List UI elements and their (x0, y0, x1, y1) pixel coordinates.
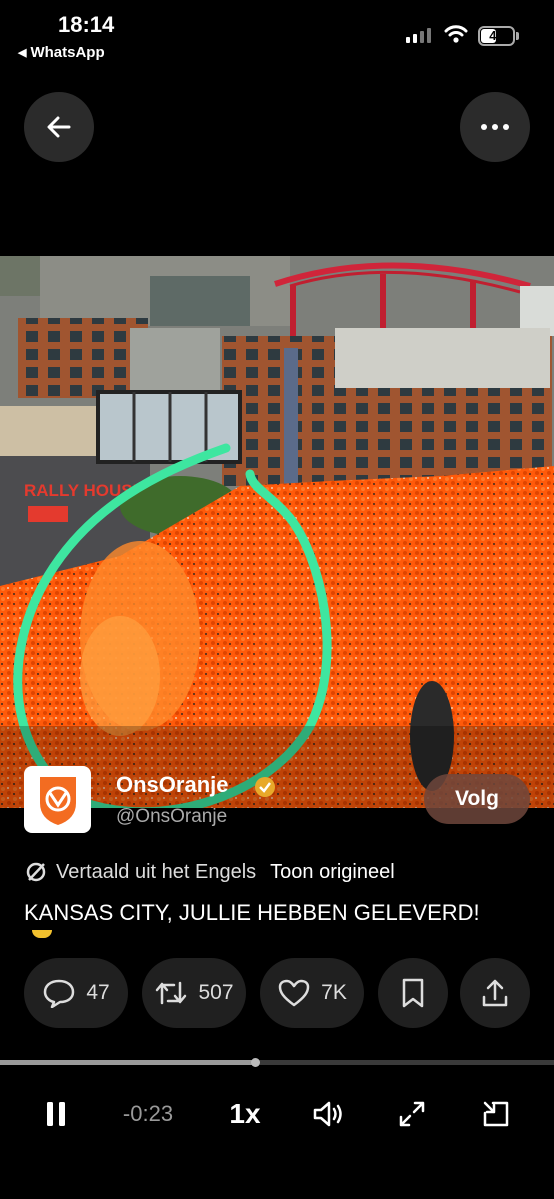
bookmark-icon (402, 978, 424, 1008)
wifi-icon (444, 25, 468, 43)
repost-icon (156, 981, 187, 1005)
pause-button[interactable] (34, 1088, 78, 1140)
back-to-app-link[interactable]: ◀ WhatsApp (18, 44, 105, 61)
arrow-left-icon (47, 116, 71, 138)
status-bar: 18:14 ◀ WhatsApp 41 (0, 0, 554, 72)
reply-count: 47 (86, 981, 110, 1004)
cellular-signal-icon (406, 27, 431, 43)
time-remaining: -0:23 (122, 1101, 174, 1126)
tweet-text: KANSAS CITY, JULLIE HEBBEN GELEVERD! (24, 900, 480, 925)
back-button[interactable] (24, 92, 94, 162)
emoji-icon (32, 930, 52, 938)
knvb-logo-icon (39, 776, 76, 825)
playback-speed-button[interactable]: 1x (220, 1088, 270, 1140)
pip-icon (483, 1101, 509, 1127)
repost-count: 507 (198, 981, 234, 1004)
back-app-label: WhatsApp (30, 44, 105, 61)
video-player[interactable]: RALLY HOUSE (0, 256, 554, 808)
video-progress-knob[interactable] (250, 1058, 260, 1067)
reply-bubble-icon (44, 979, 75, 1008)
share-button[interactable] (460, 958, 530, 1028)
battery-icon: 41 (478, 26, 515, 46)
account-handle: @OnsOranje (116, 806, 228, 827)
like-count: 7K (321, 981, 347, 1004)
show-original-link[interactable]: Toon origineel (270, 861, 395, 884)
speaker-icon (313, 1101, 342, 1127)
picture-in-picture-button[interactable] (476, 1088, 516, 1140)
battery-level: 41 (489, 28, 504, 43)
fullscreen-button[interactable] (392, 1088, 432, 1140)
status-time: 18:14 (58, 12, 115, 37)
translate-icon (26, 862, 46, 882)
more-dots-icon (481, 124, 509, 130)
bookmark-button[interactable] (378, 958, 448, 1028)
video-progress-fill (0, 1060, 255, 1065)
back-triangle-icon: ◀ (18, 47, 27, 59)
verified-badge-icon (255, 777, 275, 797)
repost-button[interactable]: 507 (142, 958, 246, 1028)
translated-label: Vertaald uit het Engels (56, 860, 257, 883)
expand-icon (399, 1101, 425, 1127)
video-progress-bar[interactable] (0, 1058, 554, 1067)
more-options-button[interactable] (460, 92, 530, 162)
follow-button[interactable]: Volg (424, 774, 530, 824)
reply-button[interactable]: 47 (24, 958, 128, 1028)
video-frame-image: RALLY HOUSE (0, 256, 554, 808)
account-name[interactable]: OnsOranje (116, 772, 228, 798)
pause-icon (47, 1102, 65, 1126)
share-upload-icon (482, 979, 508, 1007)
heart-icon (278, 979, 310, 1007)
volume-button[interactable] (306, 1088, 352, 1140)
like-button[interactable]: 7K (260, 958, 364, 1028)
translation-row: Vertaald uit het Engels Toon origineel (24, 860, 395, 884)
account-avatar[interactable] (24, 766, 91, 833)
